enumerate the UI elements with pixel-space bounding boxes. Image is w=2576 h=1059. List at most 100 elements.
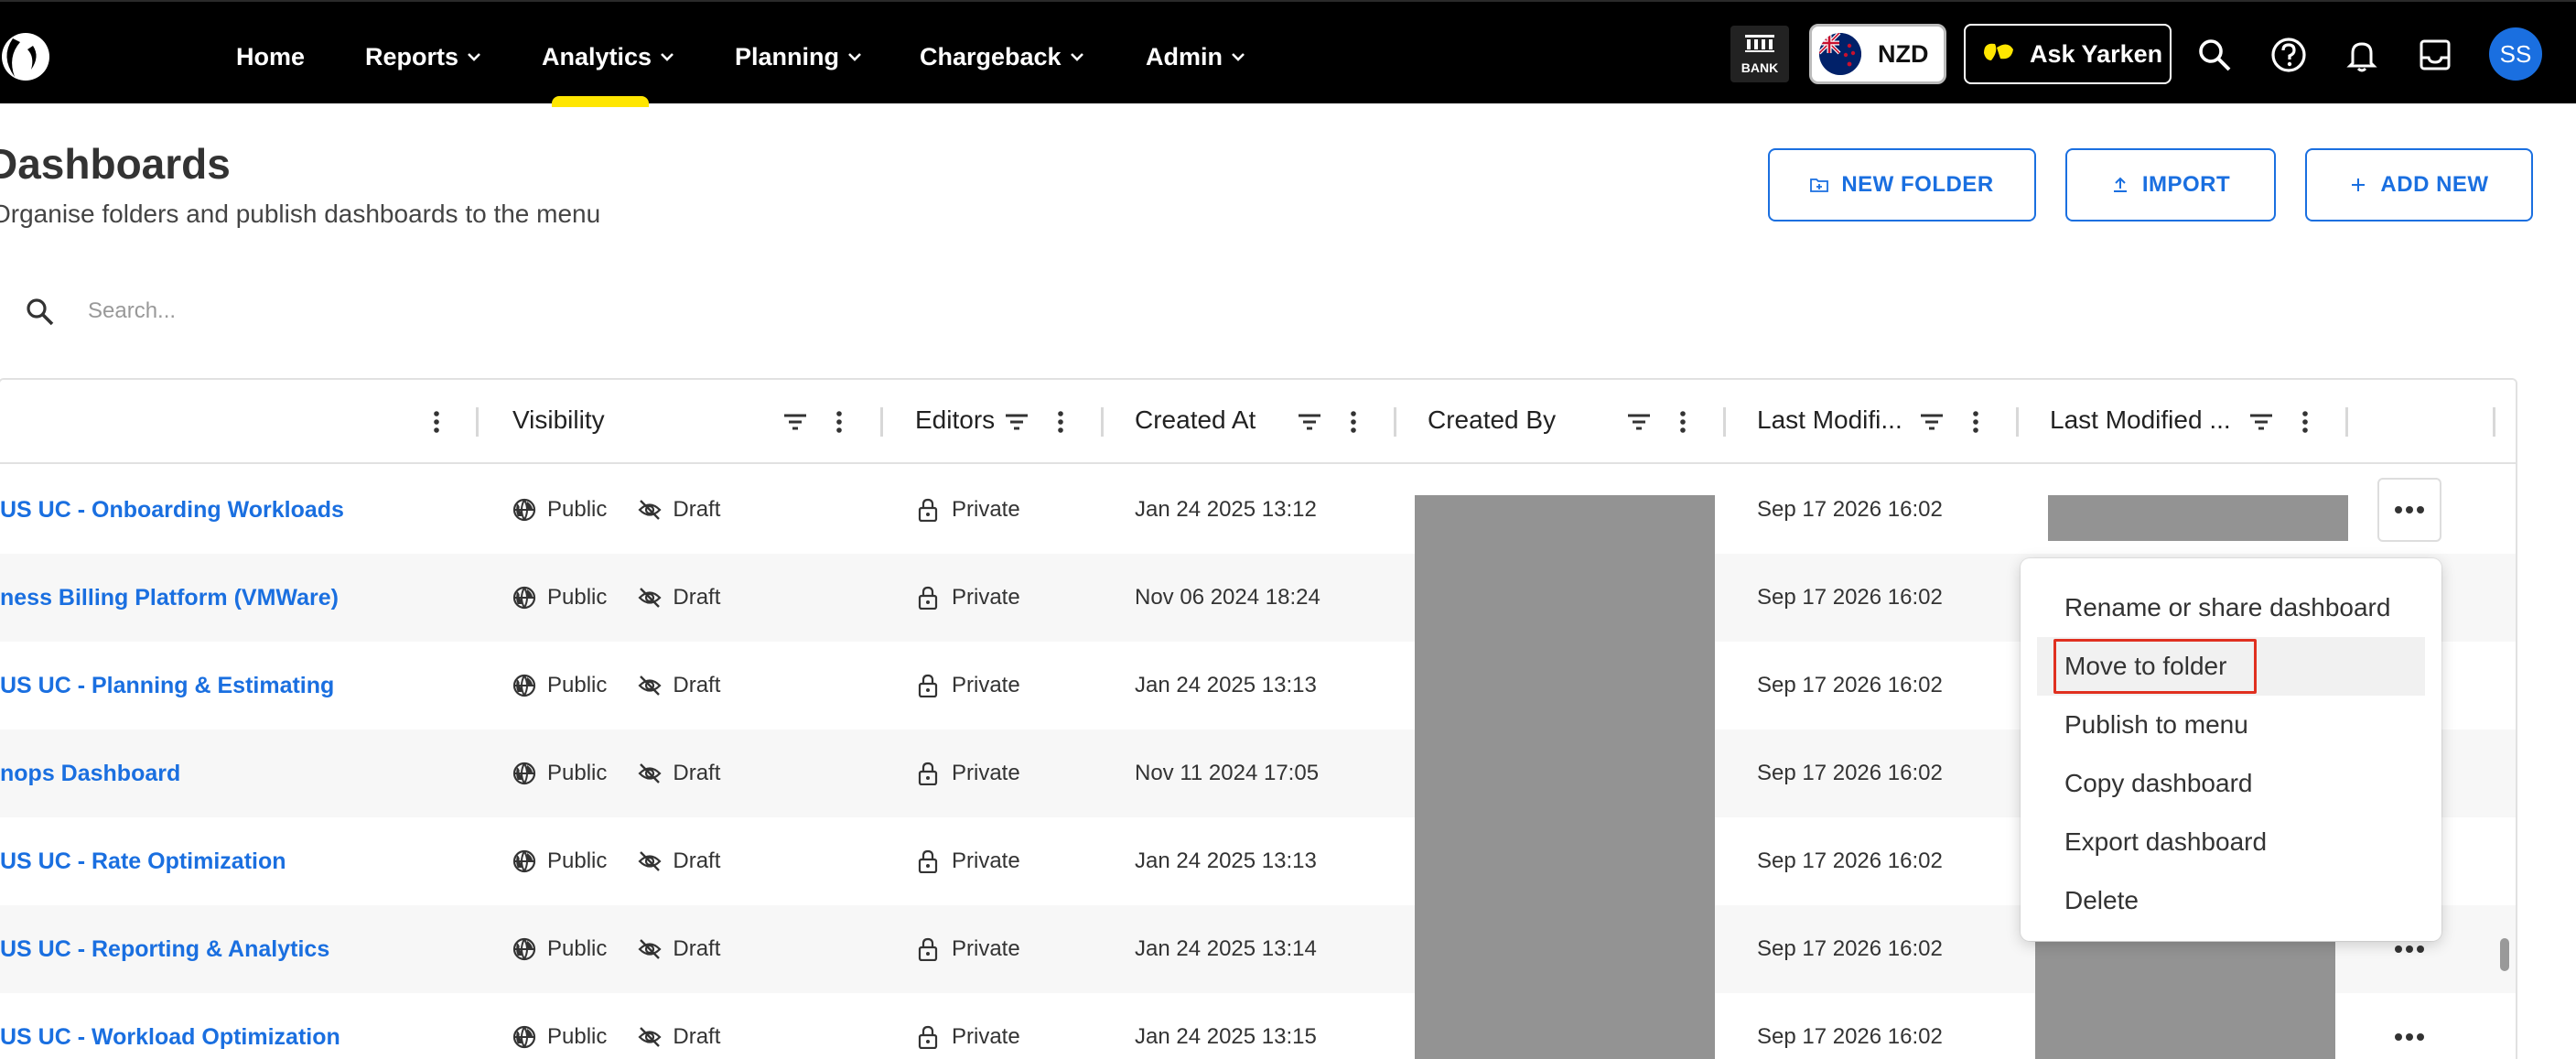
- bell-icon[interactable]: [2344, 37, 2380, 73]
- column-separator[interactable]: [1394, 407, 1396, 437]
- last-modified-at-cell: Sep 17 2026 16:02: [1757, 761, 1943, 785]
- visibility-draft[interactable]: Draft: [638, 848, 720, 874]
- nav-home[interactable]: Home: [236, 38, 305, 75]
- editors-cell: Private: [917, 817, 1020, 905]
- nav-reports[interactable]: Reports: [365, 38, 482, 75]
- column-header-visibility[interactable]: Visibility: [512, 405, 605, 435]
- visibility-label: Public: [547, 585, 608, 610]
- eye-off-icon: [638, 675, 662, 696]
- column-menu-icon[interactable]: [1046, 407, 1075, 437]
- dashboard-name-link[interactable]: US UC - Planning & Estimating: [0, 642, 334, 729]
- row-actions-button[interactable]: [2377, 478, 2441, 542]
- dashboard-name-link[interactable]: nops Dashboard: [0, 729, 180, 817]
- column-menu-icon[interactable]: [1339, 407, 1368, 437]
- status-label: Draft: [673, 848, 721, 873]
- menu-item-rename-share[interactable]: Rename or share dashboard: [2021, 578, 2441, 637]
- filter-icon[interactable]: [1917, 407, 1946, 437]
- created-at-cell: Jan 24 2025 13:13: [1135, 673, 1317, 697]
- filter-icon[interactable]: [1002, 407, 1031, 437]
- menu-item-publish-to-menu[interactable]: Publish to menu: [2021, 696, 2441, 754]
- visibility-public[interactable]: Public: [512, 673, 607, 698]
- visibility-public[interactable]: Public: [512, 585, 607, 611]
- column-separator[interactable]: [1101, 407, 1104, 437]
- lock-icon: [918, 674, 938, 697]
- column-menu-icon[interactable]: [825, 407, 854, 437]
- row-actions-button[interactable]: [2377, 1005, 2441, 1059]
- avatar[interactable]: SS: [2489, 27, 2542, 81]
- add-new-button[interactable]: ADD NEW: [2305, 148, 2533, 222]
- visibility-cell: Public Draft: [512, 642, 720, 729]
- filter-icon[interactable]: [1295, 407, 1324, 437]
- menu-item-move-to-folder[interactable]: Move to folder: [2037, 637, 2425, 696]
- filter-icon[interactable]: [2247, 407, 2276, 437]
- nav-active-indicator: [552, 96, 649, 107]
- visibility-draft[interactable]: Draft: [638, 1024, 720, 1050]
- nav-chargeback[interactable]: Chargeback: [920, 38, 1085, 75]
- top-nav: Home Reports Analytics Planning Chargeba…: [0, 0, 2576, 107]
- new-folder-label: NEW FOLDER: [1841, 172, 1994, 197]
- filter-icon[interactable]: [781, 407, 810, 437]
- visibility-draft[interactable]: Draft: [638, 585, 720, 611]
- currency-selector[interactable]: NZD: [1809, 24, 1946, 84]
- nav-admin[interactable]: Admin: [1146, 38, 1246, 75]
- menu-item-export-dashboard[interactable]: Export dashboard: [2021, 813, 2441, 871]
- last-modified-at-cell: Sep 17 2026 16:02: [1757, 673, 1943, 697]
- menu-item-label: Rename or share dashboard: [2064, 593, 2391, 621]
- status-label: Draft: [673, 585, 721, 610]
- column-header-last-modified-by[interactable]: Last Modified ...: [2050, 405, 2231, 435]
- column-separator[interactable]: [2016, 407, 2019, 437]
- column-menu-icon[interactable]: [2290, 407, 2320, 437]
- logo-icon[interactable]: [0, 29, 53, 84]
- column-header-created-by[interactable]: Created By: [1428, 405, 1556, 435]
- dashboard-name-link[interactable]: US UC - Workload Optimization: [0, 993, 340, 1059]
- visibility-cell: Public Draft: [512, 466, 720, 554]
- column-header-editors[interactable]: Editors: [915, 405, 995, 435]
- inbox-icon[interactable]: [2417, 37, 2453, 73]
- lock-icon: [918, 937, 938, 961]
- search-input[interactable]: [88, 298, 728, 324]
- visibility-public[interactable]: Public: [512, 1024, 607, 1050]
- column-separator[interactable]: [2345, 407, 2348, 437]
- menu-item-copy-dashboard[interactable]: Copy dashboard: [2021, 754, 2441, 813]
- help-icon[interactable]: [2270, 37, 2307, 73]
- column-separator[interactable]: [2493, 407, 2495, 437]
- column-menu-icon[interactable]: [422, 407, 451, 437]
- visibility-cell: Public Draft: [512, 905, 720, 993]
- bank-logo[interactable]: BANK: [1730, 26, 1789, 82]
- new-folder-button[interactable]: NEW FOLDER: [1768, 148, 2036, 222]
- visibility-draft[interactable]: Draft: [638, 761, 720, 786]
- chevron-down-icon: [848, 53, 861, 61]
- visibility-public[interactable]: Public: [512, 497, 607, 523]
- visibility-draft[interactable]: Draft: [638, 673, 720, 698]
- visibility-label: Public: [547, 673, 608, 697]
- upload-icon: [2113, 177, 2127, 192]
- visibility-public[interactable]: Public: [512, 761, 607, 786]
- column-separator[interactable]: [476, 407, 479, 437]
- ask-yarken-button[interactable]: Ask Yarken: [1964, 24, 2172, 84]
- page-subtitle: Organise folders and publish dashboards …: [0, 200, 601, 228]
- visibility-public[interactable]: Public: [512, 936, 607, 962]
- import-button[interactable]: IMPORT: [2065, 148, 2276, 222]
- visibility-public[interactable]: Public: [512, 848, 607, 874]
- dashboard-name-link[interactable]: ness Billing Platform (VMWare): [0, 554, 339, 642]
- visibility-draft[interactable]: Draft: [638, 497, 720, 523]
- nav-planning[interactable]: Planning: [735, 38, 863, 75]
- add-new-label: ADD NEW: [2380, 172, 2489, 197]
- scrollbar[interactable]: [2500, 938, 2509, 971]
- search-icon[interactable]: [2196, 37, 2233, 73]
- more-horizontal-icon: [2395, 946, 2424, 953]
- visibility-cell: Public Draft: [512, 817, 720, 905]
- column-menu-icon[interactable]: [1961, 407, 1990, 437]
- column-header-created-at[interactable]: Created At: [1135, 405, 1256, 435]
- column-menu-icon[interactable]: [1668, 407, 1698, 437]
- filter-icon[interactable]: [1624, 407, 1654, 437]
- menu-item-delete[interactable]: Delete: [2021, 871, 2441, 930]
- visibility-draft[interactable]: Draft: [638, 936, 720, 962]
- dashboard-name-link[interactable]: US UC - Reporting & Analytics: [0, 905, 329, 993]
- column-separator[interactable]: [1723, 407, 1726, 437]
- dashboard-name-link[interactable]: US UC - Rate Optimization: [0, 817, 286, 905]
- column-separator[interactable]: [880, 407, 883, 437]
- dashboard-name-link[interactable]: US UC - Onboarding Workloads: [0, 466, 344, 554]
- nav-analytics[interactable]: Analytics: [542, 38, 675, 75]
- column-header-last-modified-at[interactable]: Last Modifi...: [1757, 405, 1902, 435]
